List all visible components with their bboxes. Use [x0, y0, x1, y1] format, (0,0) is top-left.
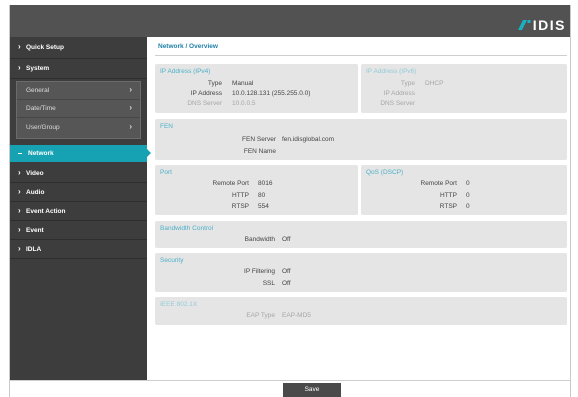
- chevron-right-icon: [18, 169, 26, 178]
- title-divider: [155, 55, 567, 56]
- field-label: Type: [400, 80, 415, 87]
- sidebar-item-event-action[interactable]: Event Action: [10, 202, 147, 221]
- ipv4-section: IP Address (IPv4) Type Manual IP Address…: [155, 64, 358, 113]
- field-value: 10.0.0.5: [232, 100, 256, 107]
- field-label: IP Address: [190, 90, 222, 97]
- sidebar-item-idla[interactable]: IDLA: [10, 240, 147, 259]
- submenu-item-label: General: [26, 87, 50, 94]
- field-label: FEN Server: [242, 136, 276, 143]
- chevron-right-icon: [18, 64, 26, 73]
- field-value: 0: [466, 203, 470, 210]
- field-value: 10.0.128.131 (255.255.0.0): [232, 90, 311, 97]
- field-value: DHCP: [425, 80, 444, 87]
- idis-logo-mark-icon: [517, 20, 531, 30]
- field-label: Type: [207, 80, 222, 87]
- system-submenu: General Date/Time User/Group: [16, 81, 141, 139]
- section-heading: Bandwidth Control: [160, 225, 214, 232]
- port-section: Port Remote Port 8016 HTTP 80 RTSP 554: [155, 165, 358, 215]
- chevron-right-icon: [18, 245, 26, 254]
- field-label: Remote Port: [212, 180, 250, 187]
- sidebar-item-label: Quick Setup: [26, 44, 64, 51]
- field-label: DNS Server: [187, 100, 222, 107]
- field-label: SSL: [262, 280, 275, 287]
- ieee-8021x-section: IEEE 802.1X EAP Type EAP-MD5: [155, 297, 567, 325]
- field-value: Off: [282, 280, 291, 287]
- field-label: HTTP: [232, 192, 249, 199]
- chevron-right-icon: [18, 43, 26, 52]
- sidebar: Quick Setup System General Date/Time Use…: [10, 37, 151, 380]
- section-heading: IEEE 802.1X: [160, 301, 198, 308]
- sidebar-item-event[interactable]: Event: [10, 221, 147, 240]
- field-value: Off: [282, 236, 291, 243]
- bandwidth-section: Bandwidth Control Bandwidth Off: [155, 221, 567, 248]
- field-label: DNS Server: [380, 100, 415, 107]
- section-heading: Security: [160, 257, 184, 264]
- logo-text: IDIS: [532, 17, 566, 33]
- minus-icon: [18, 153, 28, 155]
- footer-divider: [10, 380, 570, 381]
- section-heading: IP Address (IPv6): [366, 68, 417, 75]
- field-label: HTTP: [440, 192, 457, 199]
- sidebar-item-video[interactable]: Video: [10, 164, 147, 183]
- section-heading: QoS (DSCP): [366, 169, 404, 176]
- save-button[interactable]: Save: [283, 383, 341, 397]
- field-label: RTSP: [439, 203, 457, 210]
- sidebar-item-label: Event: [26, 226, 44, 234]
- field-value: Off: [282, 268, 291, 275]
- sidebar-item-label: Event Action: [26, 207, 66, 215]
- field-label: Remote Port: [420, 180, 458, 187]
- field-value: 0: [466, 192, 470, 199]
- submenu-item-label: User/Group: [26, 123, 60, 131]
- sidebar-item-label: System: [26, 65, 50, 72]
- top-header: IDIS: [10, 5, 570, 37]
- field-label: RTSP: [231, 203, 249, 210]
- fen-section: FEN FEN Server fen.idisglobal.com FEN Na…: [155, 119, 567, 160]
- sidebar-item-label: Audio: [26, 188, 45, 196]
- sidebar-item-quick-setup[interactable]: Quick Setup: [10, 37, 147, 59]
- field-label: Bandwidth: [244, 236, 275, 243]
- field-value: 554: [258, 203, 269, 210]
- field-label: IP Address: [383, 90, 415, 97]
- sidebar-item-label: IDLA: [26, 245, 42, 253]
- idis-logo: IDIS: [517, 17, 566, 33]
- submenu-item-general[interactable]: General: [17, 82, 140, 100]
- sidebar-item-label: Video: [26, 169, 44, 177]
- section-heading: FEN: [160, 123, 173, 130]
- ipv6-section: IP Address (IPv6) Type DHCP IP Address D…: [361, 64, 567, 113]
- submenu-item-label: Date/Time: [26, 105, 56, 112]
- field-value: Manual: [232, 80, 254, 87]
- field-value: EAP-MD5: [282, 312, 311, 319]
- field-label: FEN Name: [243, 148, 276, 155]
- chevron-right-icon: [129, 104, 132, 113]
- sidebar-item-system[interactable]: System: [10, 59, 147, 79]
- qos-section: QoS (DSCP) Remote Port 0 HTTP 0 RTSP 0: [361, 165, 567, 215]
- security-section: Security IP Filtering Off SSL Off: [155, 253, 567, 292]
- sidebar-item-audio[interactable]: Audio: [10, 183, 147, 202]
- section-heading: Port: [160, 169, 172, 176]
- section-heading: IP Address (IPv4): [160, 68, 211, 75]
- sidebar-item-network[interactable]: Network: [10, 145, 151, 162]
- field-value: fen.idisglobal.com: [282, 136, 335, 143]
- field-value: 0: [466, 180, 470, 187]
- chevron-right-icon: [129, 123, 132, 132]
- field-label: IP Filtering: [244, 268, 275, 275]
- chevron-right-icon: [18, 207, 26, 216]
- field-value: 8016: [258, 180, 273, 187]
- chevron-right-icon: [129, 86, 132, 95]
- chevron-right-icon: [18, 188, 26, 197]
- submenu-item-date-time[interactable]: Date/Time: [17, 100, 140, 118]
- field-label: EAP Type: [246, 312, 275, 319]
- submenu-item-user-group[interactable]: User/Group: [17, 118, 140, 136]
- field-value: 80: [258, 192, 266, 199]
- chevron-right-icon: [18, 226, 26, 235]
- sidebar-item-label: Network: [28, 150, 54, 157]
- page-title: Network / Overview: [158, 43, 218, 50]
